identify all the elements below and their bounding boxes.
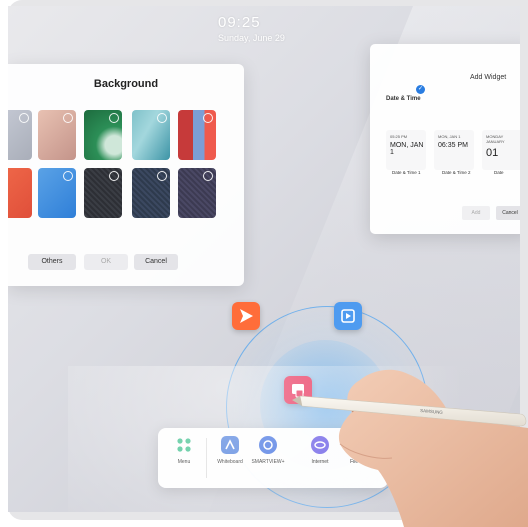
hand-with-pen: SAMSUNG (292, 369, 528, 527)
hand-shape (338, 369, 528, 527)
